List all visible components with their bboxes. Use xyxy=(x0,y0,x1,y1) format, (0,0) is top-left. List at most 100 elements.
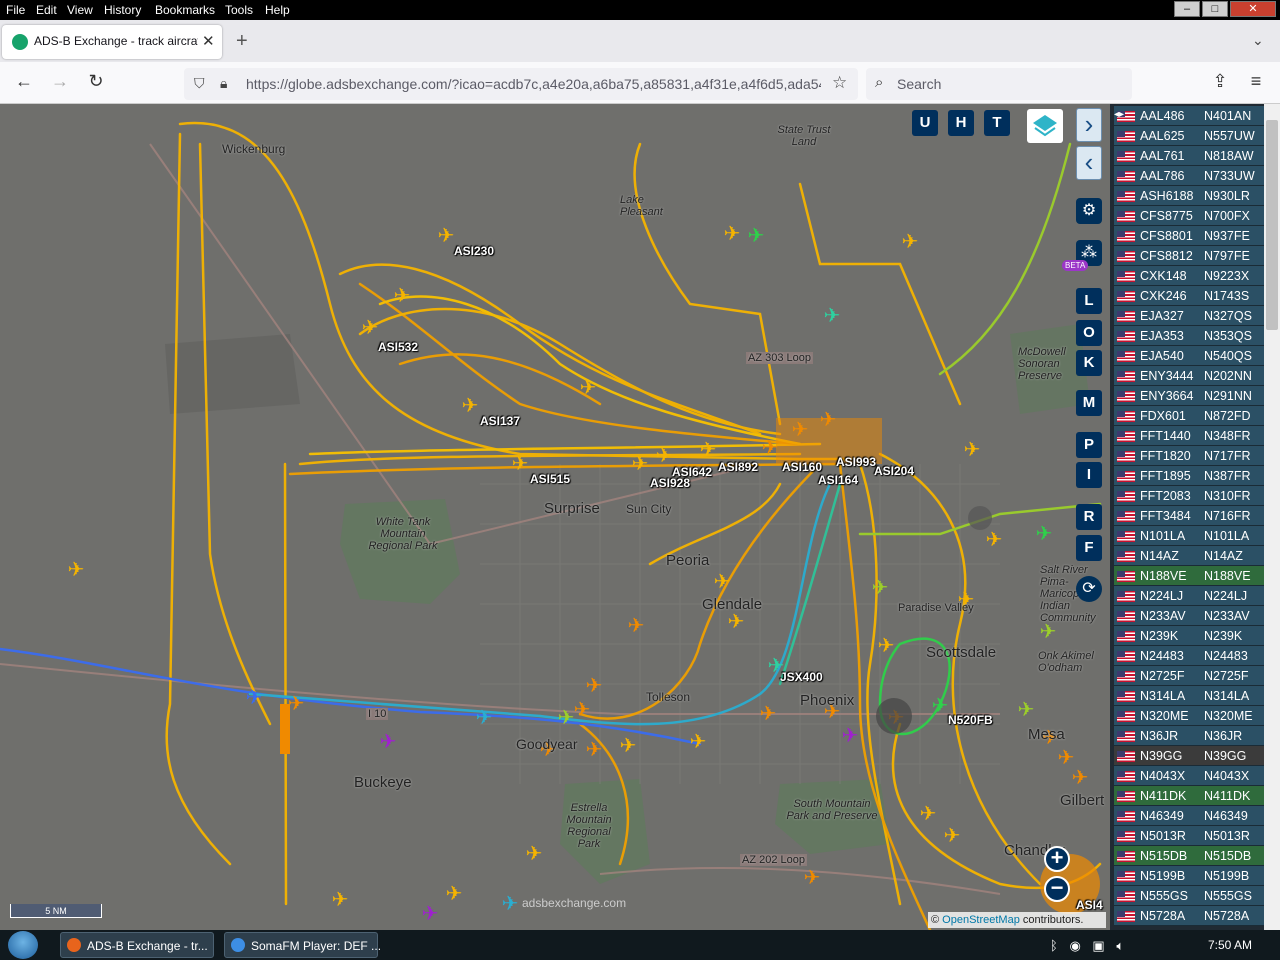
osm-link[interactable]: OpenStreetMap xyxy=(942,914,1020,926)
toggle-u-button[interactable]: U xyxy=(912,110,938,136)
aircraft-list-row[interactable]: N36JR N36JR xyxy=(1114,726,1274,746)
aircraft-list-row[interactable]: FDX601 N872FD xyxy=(1114,406,1274,426)
expand-collapse-icon[interactable]: ◂▸ xyxy=(1114,109,1124,120)
toggle-h-button[interactable]: H xyxy=(948,110,974,136)
toggle-m-button[interactable]: M xyxy=(1076,390,1102,416)
aircraft-list-row[interactable]: EJA540 N540QS xyxy=(1114,346,1274,366)
zoom-in-button[interactable]: + xyxy=(1044,846,1070,872)
toggle-f-button[interactable]: F xyxy=(1076,535,1102,561)
aircraft-list-row[interactable]: N5013R N5013R xyxy=(1114,826,1274,846)
aircraft-list-row[interactable]: N24483 N24483 xyxy=(1114,646,1274,666)
aircraft-list-row[interactable]: ENY3444 N202NN xyxy=(1114,366,1274,386)
bluetooth-icon[interactable]: ᛒ xyxy=(1050,938,1058,953)
aircraft-list-row[interactable]: N5728A N5728A xyxy=(1114,906,1274,926)
aircraft-label[interactable]: ASI892 xyxy=(718,460,758,474)
aircraft-list-row[interactable]: CFS8801 N937FE xyxy=(1114,226,1274,246)
lock-icon[interactable]: 🔒︎ xyxy=(220,75,227,92)
aircraft-label[interactable]: ASI4 xyxy=(1076,898,1103,912)
toggle-l-button[interactable]: L xyxy=(1076,288,1102,314)
aircraft-list-row[interactable]: N101LA N101LA xyxy=(1114,526,1274,546)
tracking-shield-icon[interactable]: ⛉ xyxy=(194,75,205,92)
aircraft-list-row[interactable]: N188VE N188VE xyxy=(1114,566,1274,586)
aircraft-list-row[interactable]: ASH6188 N930LR xyxy=(1114,186,1274,206)
layers-button[interactable] xyxy=(1027,109,1063,143)
toggle-o-button[interactable]: O xyxy=(1076,320,1102,346)
clock[interactable]: 7:50 AM xyxy=(1208,938,1252,952)
new-tab-icon[interactable]: + xyxy=(236,30,248,53)
aircraft-list-row[interactable]: FFT3484 N716FR xyxy=(1114,506,1274,526)
aircraft-list-row[interactable]: N39GG N39GG xyxy=(1114,746,1274,766)
maximize-button[interactable]: □ xyxy=(1202,1,1228,17)
aircraft-label[interactable]: ASI160 xyxy=(782,460,822,474)
toggle-t-button[interactable]: T xyxy=(984,110,1010,136)
extensions-icon[interactable]: ⇪ xyxy=(1208,71,1232,92)
menu-tools[interactable]: Tools xyxy=(225,3,253,17)
toggle-i-button[interactable]: I xyxy=(1076,462,1102,488)
reload-icon[interactable]: ↻ xyxy=(84,71,108,92)
scrollbar-thumb[interactable] xyxy=(1266,120,1278,330)
aircraft-label[interactable]: N520FB xyxy=(948,713,993,727)
aircraft-label[interactable]: ASI642 xyxy=(672,465,712,479)
aircraft-list-row[interactable]: FFT2083 N310FR xyxy=(1114,486,1274,506)
menu-help[interactable]: Help xyxy=(265,3,290,17)
toggle-r-button[interactable]: R xyxy=(1076,504,1102,530)
system-tray[interactable]: ᛒ ◉ ▣ 🔈︎ xyxy=(1050,938,1124,954)
aircraft-list-row[interactable]: N320ME N320ME xyxy=(1114,706,1274,726)
aircraft-list-row[interactable]: AAL761 N818AW xyxy=(1114,146,1274,166)
aircraft-list-row[interactable]: N224LJ N224LJ xyxy=(1114,586,1274,606)
aircraft-list-row[interactable]: N46349 N46349 xyxy=(1114,806,1274,826)
aircraft-list-row[interactable]: AAL625 N557UW xyxy=(1114,126,1274,146)
aircraft-list-row[interactable]: N4043X N4043X xyxy=(1114,766,1274,786)
aircraft-list-row[interactable]: N5199B N5199B xyxy=(1114,866,1274,886)
url-bar[interactable]: ⛉ 🔒︎ https://globe.adsbexchange.com/?ica… xyxy=(184,68,858,100)
close-window-button[interactable]: ✕ xyxy=(1230,1,1276,17)
aircraft-list-row[interactable]: CXK246 N1743S xyxy=(1114,286,1274,306)
aircraft-list-row[interactable]: N2725F N2725F xyxy=(1114,666,1274,686)
collapse-sidebar-button[interactable]: ‹ xyxy=(1076,146,1102,180)
aircraft-list-row[interactable]: N515DB N515DB xyxy=(1114,846,1274,866)
close-tab-icon[interactable]: ✕ xyxy=(202,32,215,50)
zoom-out-button[interactable]: − xyxy=(1044,876,1070,902)
aircraft-list-row[interactable]: AAL486 N401AN xyxy=(1114,106,1274,126)
start-button[interactable] xyxy=(8,931,38,959)
app-menu-icon[interactable]: ≡ xyxy=(1244,71,1268,92)
forward-icon[interactable]: → xyxy=(48,71,72,92)
taskbar-firefox[interactable]: ADS-B Exchange - tr... xyxy=(60,932,214,958)
replay-icon[interactable]: ⟳ xyxy=(1076,576,1102,602)
aircraft-list-row[interactable]: N411DK N411DK xyxy=(1114,786,1274,806)
aircraft-list-row[interactable]: FFT1895 N387FR xyxy=(1114,466,1274,486)
search-box[interactable]: ⌕ Search xyxy=(866,68,1132,100)
aircraft-label[interactable]: ASI993 xyxy=(836,455,876,469)
volume-icon[interactable]: 🔈︎ xyxy=(1116,938,1124,953)
aircraft-list-row[interactable]: EJA327 N327QS xyxy=(1114,306,1274,326)
menu-history[interactable]: History xyxy=(104,3,141,17)
settings-gear-icon[interactable]: ⚙ xyxy=(1076,198,1102,224)
aircraft-list-row[interactable]: CFS8812 N797FE xyxy=(1114,246,1274,266)
aircraft-label[interactable]: ASI164 xyxy=(818,473,858,487)
toggle-p-button[interactable]: P xyxy=(1076,432,1102,458)
list-all-tabs-icon[interactable]: ⌄ xyxy=(1252,32,1264,49)
tray-app-icon[interactable]: ◉ xyxy=(1069,938,1080,953)
aircraft-label[interactable]: JSX400 xyxy=(780,670,823,684)
aircraft-list-row[interactable]: FFT1440 N348FR xyxy=(1114,426,1274,446)
url-text[interactable]: https://globe.adsbexchange.com/?icao=acd… xyxy=(246,76,821,92)
toggle-k-button[interactable]: K xyxy=(1076,350,1102,376)
aircraft-list-row[interactable]: N14AZ N14AZ xyxy=(1114,546,1274,566)
menu-bookmarks[interactable]: Bookmarks xyxy=(155,3,215,17)
bookmark-star-icon[interactable]: ☆ xyxy=(832,73,847,93)
aircraft-list-row[interactable]: EJA353 N353QS xyxy=(1114,326,1274,346)
menu-edit[interactable]: Edit xyxy=(36,3,57,17)
aircraft-list-row[interactable]: ENY3664 N291NN xyxy=(1114,386,1274,406)
aircraft-list-row[interactable]: AAL786 N733UW xyxy=(1114,166,1274,186)
back-icon[interactable]: ← xyxy=(12,71,36,92)
menu-view[interactable]: View xyxy=(67,3,93,17)
network-icon[interactable]: ▣ xyxy=(1092,938,1104,953)
taskbar-chrome[interactable]: SomaFM Player: DEF ... xyxy=(224,932,381,958)
minimize-button[interactable]: – xyxy=(1174,1,1200,17)
aircraft-list-row[interactable]: N233AV N233AV xyxy=(1114,606,1274,626)
aircraft-list-row[interactable]: FFT1820 N717FR xyxy=(1114,446,1274,466)
aircraft-label[interactable]: ASI204 xyxy=(874,464,914,478)
map-view[interactable]: ✈ ✈ ✈ ✈ ✈ ✈ ✈ ✈ ✈ ✈ ✈ ✈ ✈ ✈ ✈ ✈ ✈ ✈ ✈ ✈ … xyxy=(0,104,1110,930)
aircraft-list-row[interactable]: N555GS N555GS xyxy=(1114,886,1274,906)
aircraft-list-row[interactable]: CFS8775 N700FX xyxy=(1114,206,1274,226)
